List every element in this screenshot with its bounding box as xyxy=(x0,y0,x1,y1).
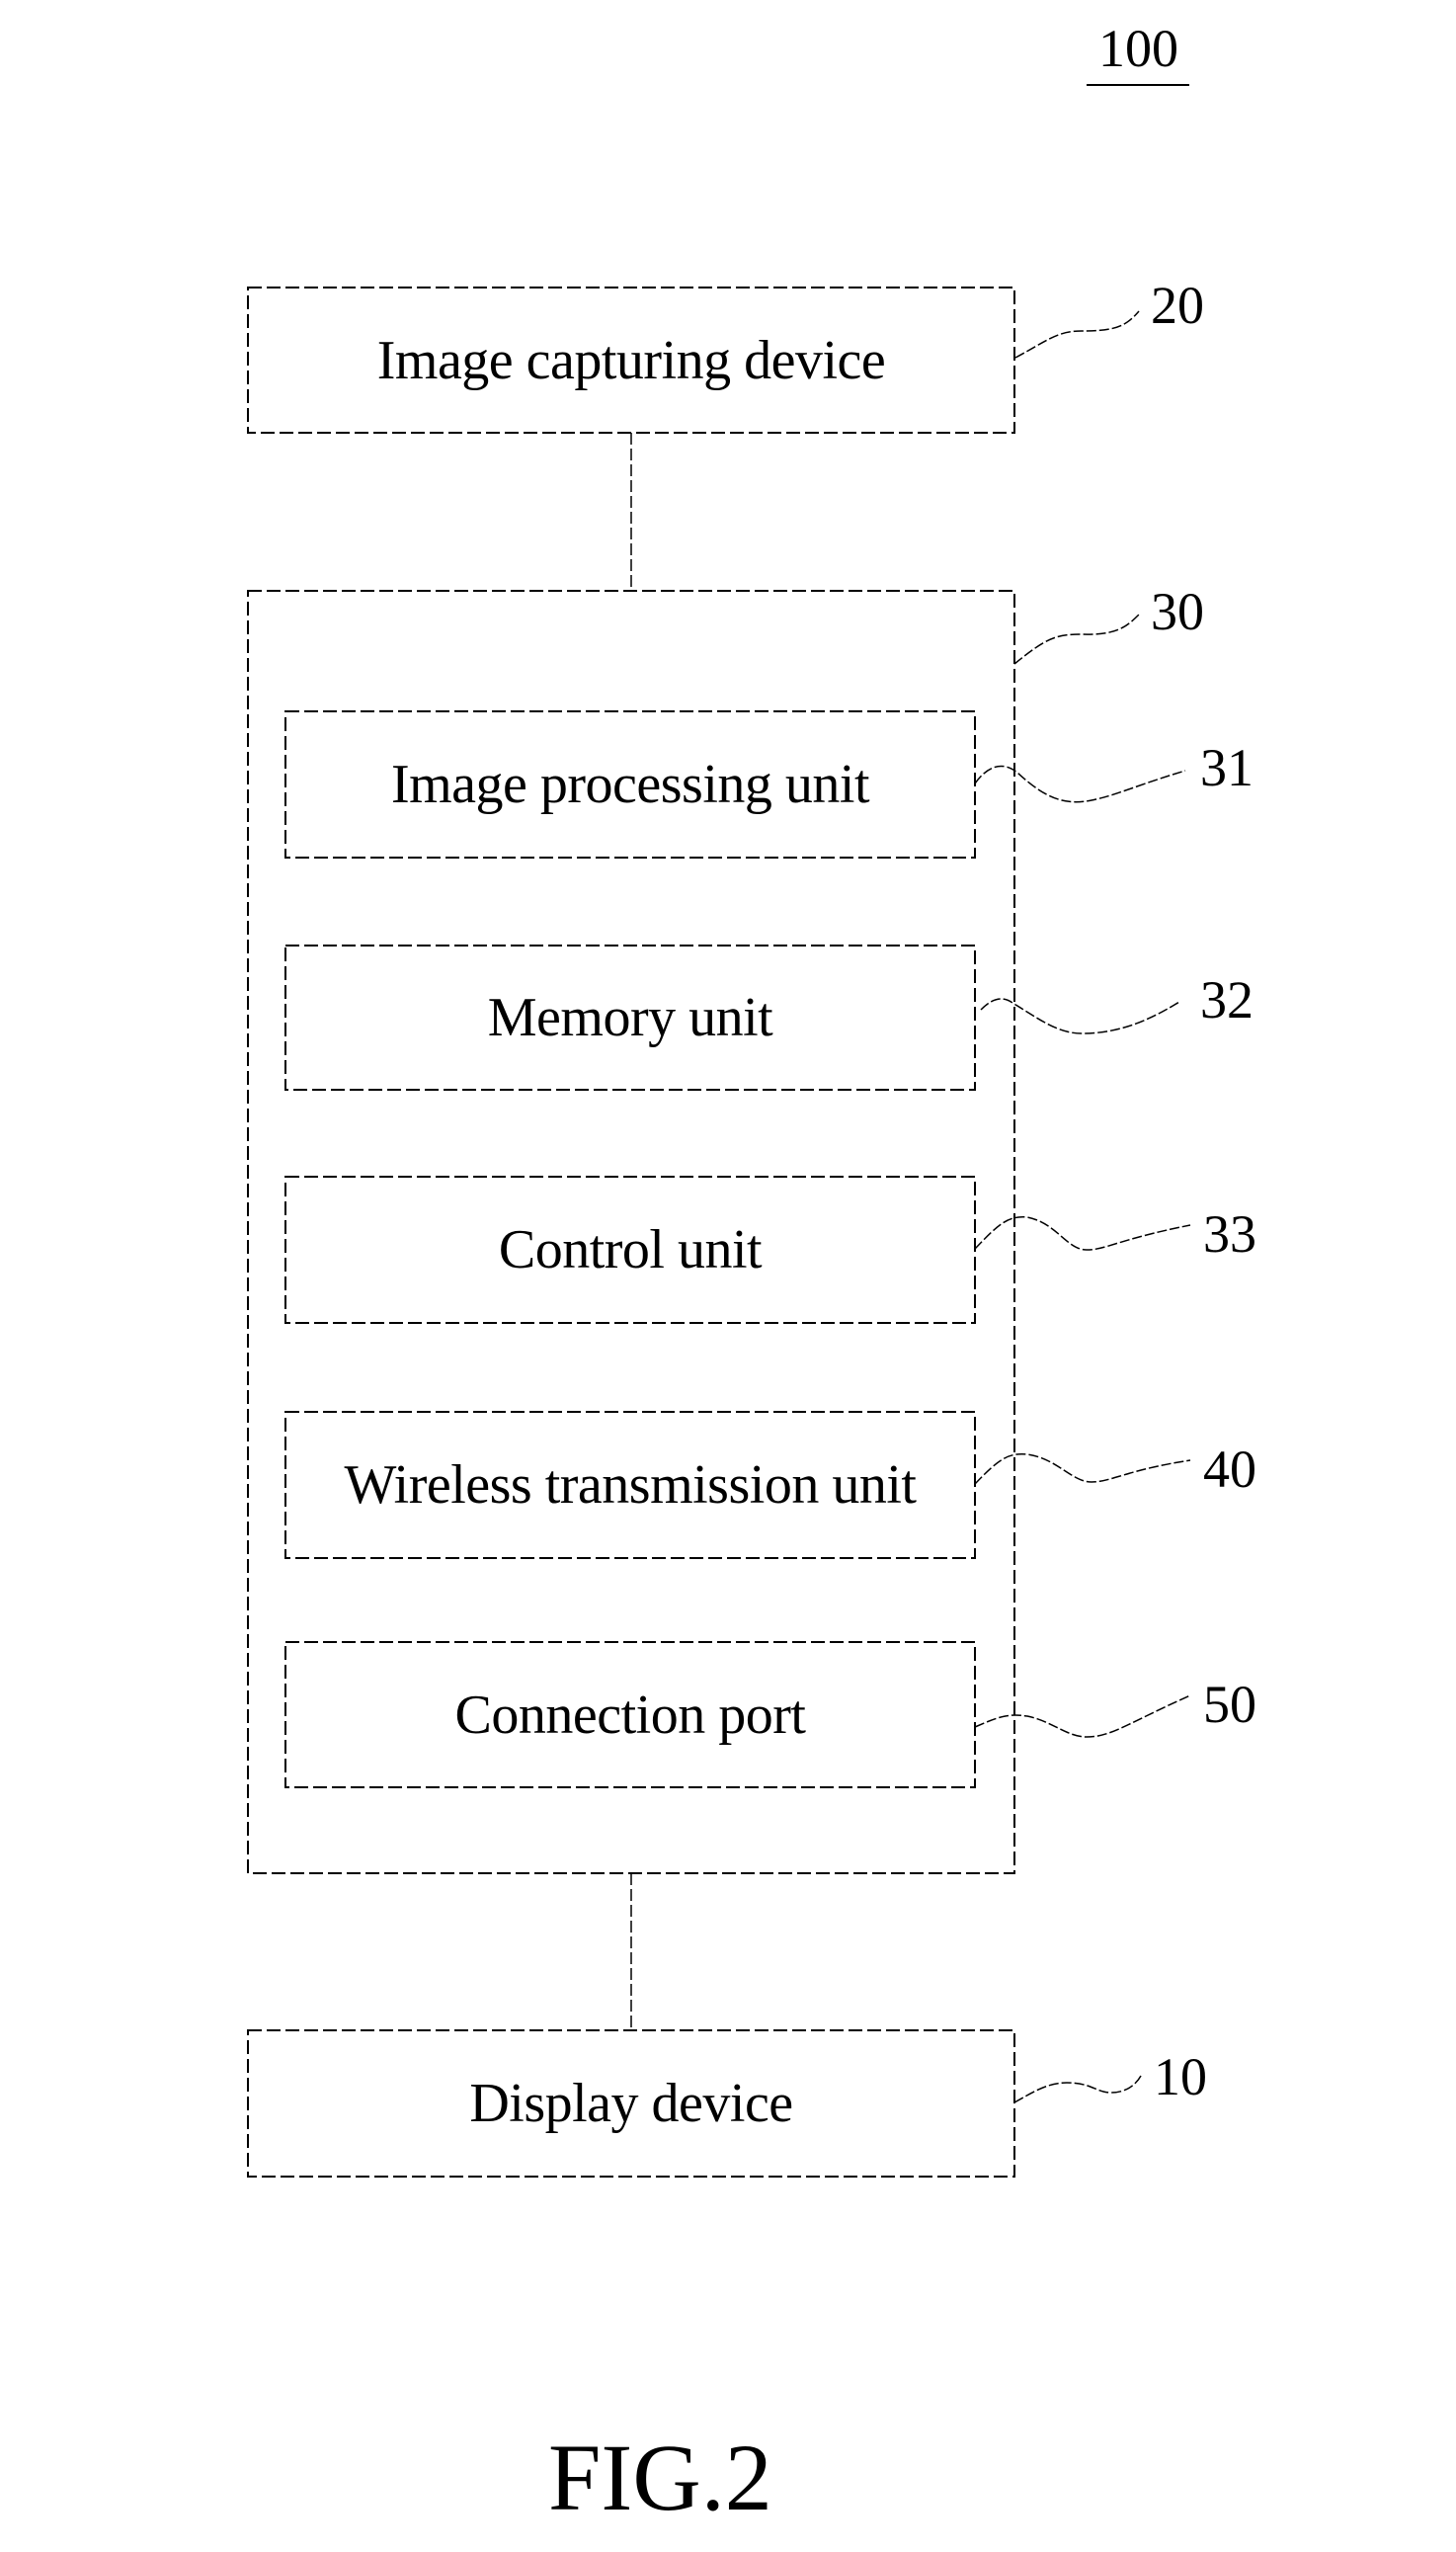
leader-33 xyxy=(974,1216,1191,1251)
image-processing-unit-block: Image processing unit xyxy=(285,711,975,858)
leader-10 xyxy=(1013,2075,1142,2103)
ref-number-10: 10 xyxy=(1154,2047,1207,2106)
ref-number-50: 50 xyxy=(1203,1675,1256,1734)
wireless-transmission-unit-label: Wireless transmission unit xyxy=(344,1454,917,1516)
ref-number-30: 30 xyxy=(1151,582,1204,641)
leader-30 xyxy=(1013,614,1140,665)
leader-40 xyxy=(974,1452,1191,1485)
wireless-transmission-unit-block: Wireless transmission unit xyxy=(285,1412,975,1558)
display-device-block: Display device xyxy=(248,2030,1014,2177)
connection-port-block: Connection port xyxy=(285,1642,975,1787)
leader-20 xyxy=(1014,310,1140,359)
memory-unit-label: Memory unit xyxy=(487,987,773,1048)
ref-number-33: 33 xyxy=(1203,1204,1256,1264)
ref-number-20: 20 xyxy=(1151,276,1204,335)
image-capturing-device-label: Image capturing device xyxy=(376,329,886,391)
leader-50 xyxy=(974,1694,1191,1738)
control-unit-block: Control unit xyxy=(285,1177,975,1323)
image-capturing-device-block: Image capturing device xyxy=(248,288,1014,433)
image-processing-unit-label: Image processing unit xyxy=(390,754,870,815)
memory-unit-block: Memory unit xyxy=(285,946,975,1090)
leader-32 xyxy=(980,998,1180,1034)
ref-number-32: 32 xyxy=(1200,970,1254,1029)
leader-31 xyxy=(974,765,1186,803)
ref-number-40: 40 xyxy=(1203,1440,1256,1499)
figure-reference-number: 100 xyxy=(1098,19,1178,78)
figure-caption: FIG.2 xyxy=(548,2425,772,2530)
control-unit-label: Control unit xyxy=(498,1219,763,1280)
connection-port-label: Connection port xyxy=(454,1684,806,1746)
ref-number-31: 31 xyxy=(1200,738,1254,797)
patent-figure: 100 Image capturing device 20 30 Image p… xyxy=(0,0,1456,2552)
display-device-label: Display device xyxy=(469,2073,793,2134)
